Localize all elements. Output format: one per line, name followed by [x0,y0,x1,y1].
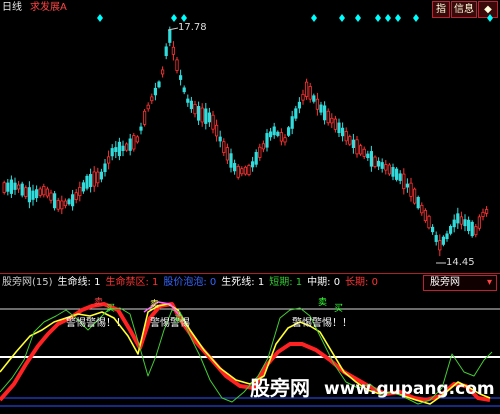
sell-signal-right: 卖 [318,298,328,308]
warning-text-right: 警惕警惕！！ [292,318,352,329]
watermark-url: www.gupang.com [324,379,495,399]
watermark-cn: 股旁网 [250,376,310,400]
warning-text-mid: 警惕警惕 [150,318,190,329]
chart-window: 日线 求发展A 指 信息 ◆ 17.78 14.45 股旁网(15) 生命线: 1… [0,0,500,414]
buy-signal-left: 买 [106,304,116,314]
sell-signal-mid: 卖 [150,300,160,310]
buy-signal-right: 买 [334,304,344,314]
indicator-chart[interactable] [0,0,500,414]
warning-text-left: 警惕警惕！！ [66,318,126,329]
sell-signal-left: 卖 [94,298,104,308]
buy-signal-mid: 买 [174,315,184,325]
